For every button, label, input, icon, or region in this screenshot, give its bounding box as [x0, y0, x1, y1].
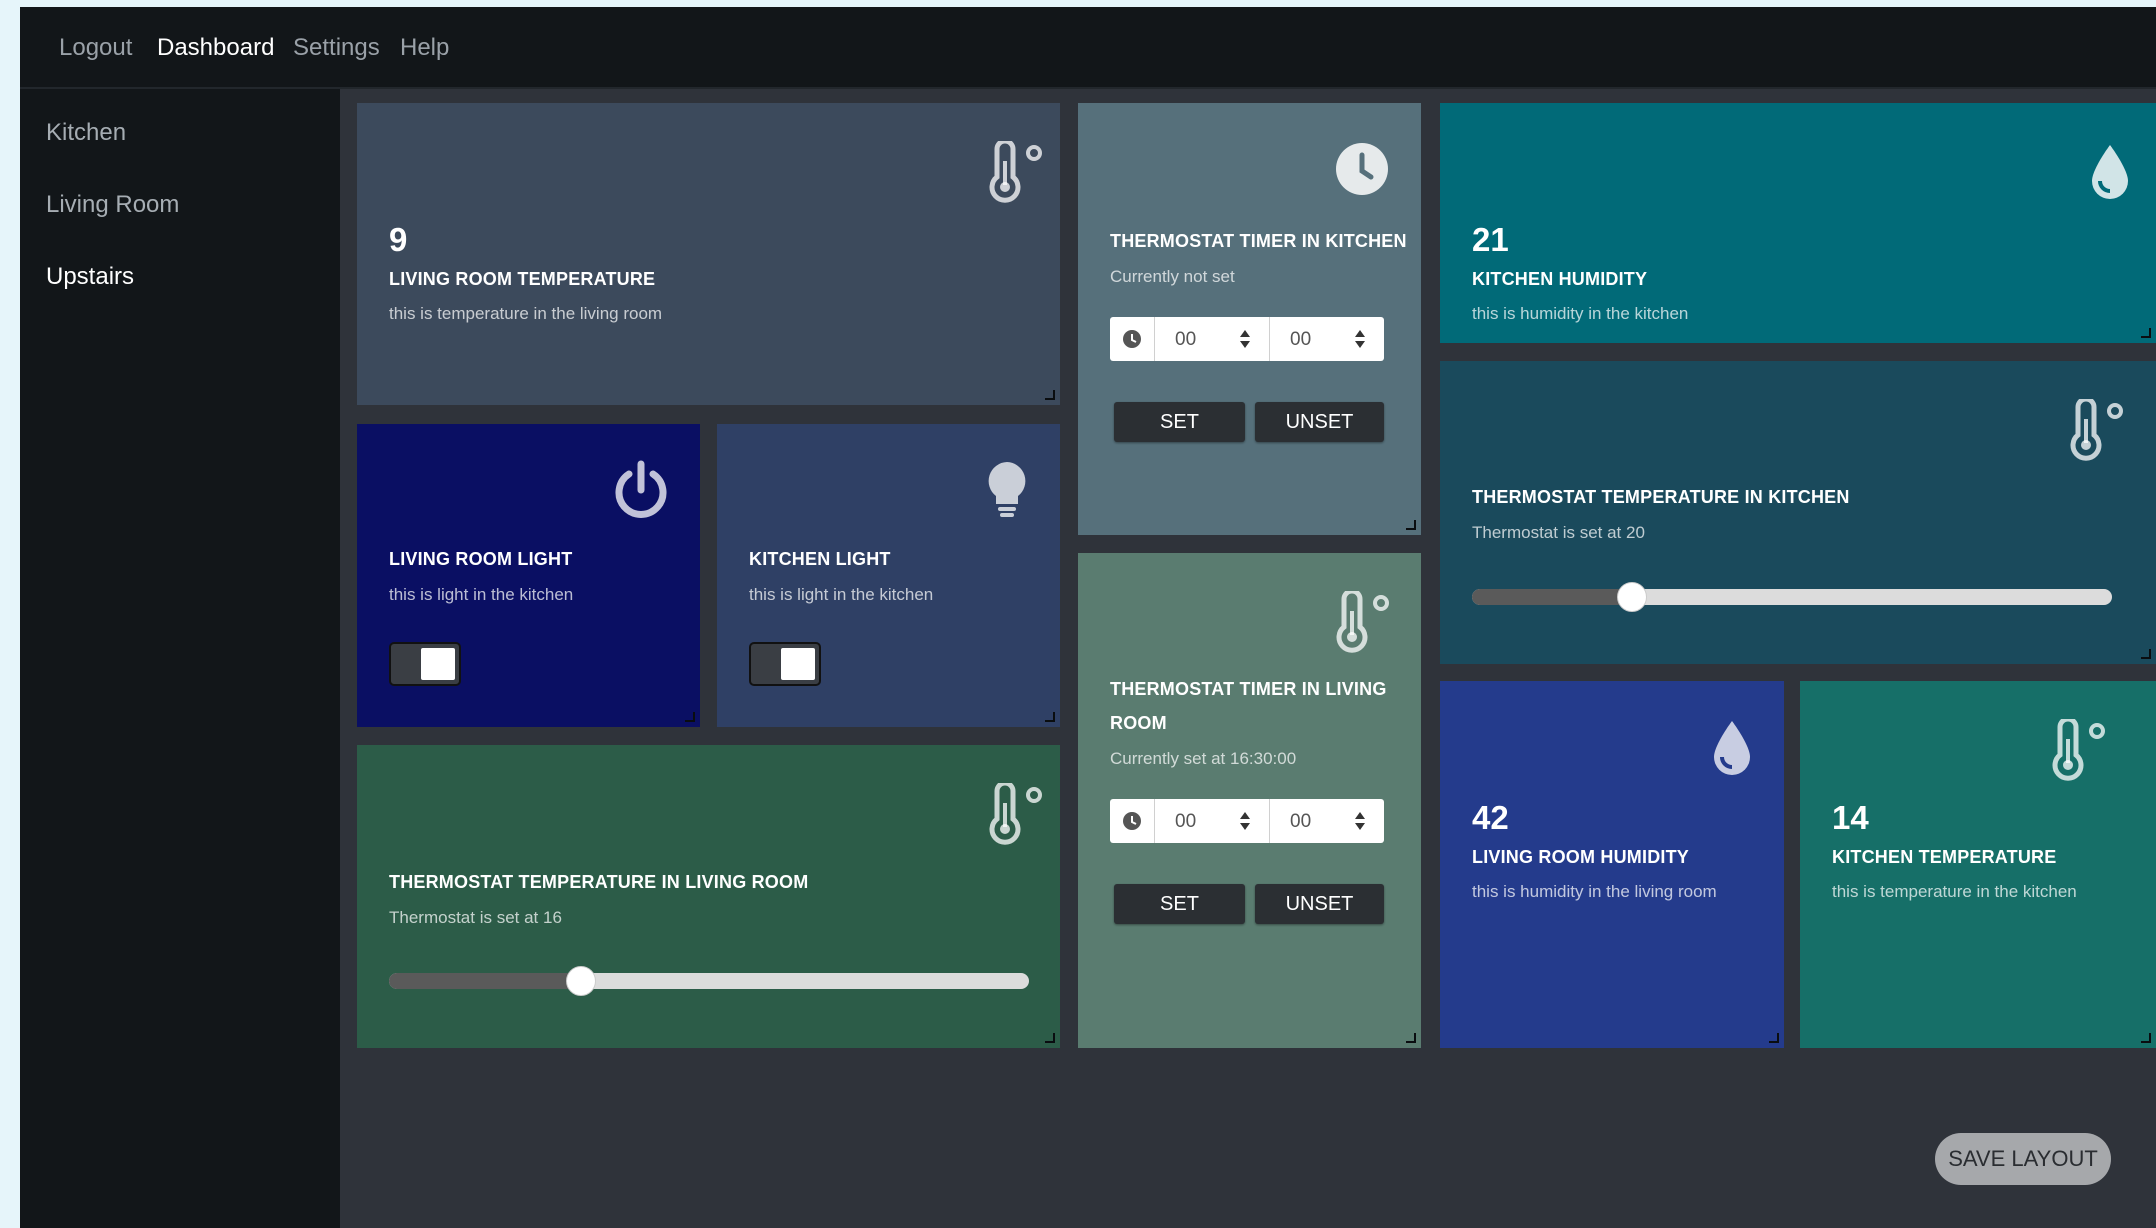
- app-window: Logout Dashboard Settings Help Kitchen L…: [20, 7, 2156, 1228]
- resize-handle[interactable]: [2141, 649, 2151, 659]
- kitchen-light-toggle[interactable]: [749, 642, 821, 686]
- living-room-humidity-desc: this is humidity in the living room: [1472, 882, 1717, 901]
- kitchen-temperature-value: 14: [1832, 799, 1869, 836]
- living-room-humidity-card: 42 LIVING ROOM HUMIDITY this is humidity…: [1440, 681, 1784, 1048]
- sidebar: Kitchen Living Room Upstairs: [20, 89, 340, 1228]
- nav-dashboard[interactable]: Dashboard: [157, 34, 274, 62]
- thermostat-timer-kitchen-title: THERMOSTAT TIMER IN KITCHEN: [1110, 231, 1407, 251]
- spinner-arrows-icon: [1240, 330, 1250, 348]
- save-layout-button[interactable]: SAVE LAYOUT: [1935, 1133, 2111, 1185]
- thermometer-icon: [989, 141, 1042, 203]
- slider-thumb[interactable]: [566, 966, 596, 996]
- thermometer-icon: [2052, 719, 2105, 781]
- resize-handle[interactable]: [1406, 1033, 1416, 1043]
- living-room-light-title: LIVING ROOM LIGHT: [389, 549, 573, 569]
- resize-handle[interactable]: [685, 712, 695, 722]
- living-room-timer-input: 00 00: [1110, 799, 1384, 843]
- kitchen-temperature-card: 14 KITCHEN TEMPERATURE this is temperatu…: [1800, 681, 2156, 1048]
- thermostat-temperature-kitchen-card: THERMOSTAT TEMPERATURE IN KITCHEN Thermo…: [1440, 361, 2156, 664]
- thermostat-timer-living-room-card: THERMOSTAT TIMER IN LIVING ROOM Currentl…: [1078, 553, 1421, 1048]
- living-room-humidity-title: LIVING ROOM HUMIDITY: [1472, 847, 1689, 867]
- top-navbar: Logout Dashboard Settings Help: [20, 7, 2156, 89]
- living-room-humidity-value: 42: [1472, 799, 1509, 836]
- sidebar-item-kitchen[interactable]: Kitchen: [46, 119, 126, 147]
- droplet-icon: [2092, 145, 2128, 199]
- kitchen-timer-input: 00 00: [1110, 317, 1384, 361]
- thermostat-timer-kitchen-card: THERMOSTAT TIMER IN KITCHEN Currently no…: [1078, 103, 1421, 535]
- kitchen-timer-hours[interactable]: 00: [1155, 317, 1270, 361]
- nav-help[interactable]: Help: [400, 34, 449, 62]
- living-room-temperature-card: 9 LIVING ROOM TEMPERATURE this is temper…: [357, 103, 1060, 405]
- thermostat-timer-kitchen-desc: Currently not set: [1110, 267, 1235, 286]
- kitchen-temperature-desc: this is temperature in the kitchen: [1832, 882, 2077, 901]
- thermostat-living-room-slider[interactable]: [389, 966, 1029, 996]
- kitchen-humidity-value: 21: [1472, 221, 1509, 258]
- lightbulb-icon: [988, 462, 1026, 517]
- thermostat-temperature-kitchen-title: THERMOSTAT TEMPERATURE IN KITCHEN: [1472, 487, 1850, 507]
- spinner-arrows-icon: [1355, 330, 1365, 348]
- kitchen-humidity-card: 21 KITCHEN HUMIDITY this is humidity in …: [1440, 103, 2156, 343]
- clock-icon: [1336, 143, 1388, 195]
- spinner-arrows-icon: [1355, 812, 1365, 830]
- droplet-icon: [1714, 721, 1750, 775]
- living-room-light-desc: this is light in the kitchen: [389, 585, 574, 604]
- nav-logout[interactable]: Logout: [59, 34, 132, 62]
- thermostat-temperature-living-room-desc: Thermostat is set at 16: [389, 908, 562, 927]
- kitchen-timer-set-button[interactable]: SET: [1114, 402, 1245, 442]
- clock-icon: [1110, 317, 1155, 361]
- thermostat-timer-living-room-title-line2: ROOM: [1110, 713, 1167, 733]
- resize-handle[interactable]: [1045, 390, 1055, 400]
- living-room-temperature-value: 9: [389, 221, 408, 258]
- resize-handle[interactable]: [1769, 1033, 1779, 1043]
- nav-settings[interactable]: Settings: [293, 34, 380, 62]
- thermostat-temperature-kitchen-desc: Thermostat is set at 20: [1472, 523, 1645, 542]
- kitchen-timer-unset-button[interactable]: UNSET: [1255, 402, 1384, 442]
- resize-handle[interactable]: [2141, 1033, 2151, 1043]
- thermometer-icon: [989, 783, 1042, 845]
- thermostat-temperature-living-room-card: THERMOSTAT TEMPERATURE IN LIVING ROOM Th…: [357, 745, 1060, 1048]
- kitchen-humidity-desc: this is humidity in the kitchen: [1472, 304, 1689, 323]
- kitchen-temperature-title: KITCHEN TEMPERATURE: [1832, 847, 2057, 867]
- resize-handle[interactable]: [2141, 328, 2151, 338]
- sidebar-item-living-room[interactable]: Living Room: [46, 191, 179, 219]
- kitchen-light-title: KITCHEN LIGHT: [749, 549, 891, 569]
- living-room-timer-set-button[interactable]: SET: [1114, 884, 1245, 924]
- living-room-timer-unset-button[interactable]: UNSET: [1255, 884, 1384, 924]
- slider-thumb[interactable]: [1617, 582, 1647, 612]
- kitchen-light-card: KITCHEN LIGHT this is light in the kitch…: [717, 424, 1060, 727]
- living-room-temperature-title: LIVING ROOM TEMPERATURE: [389, 269, 656, 289]
- kitchen-light-desc: this is light in the kitchen: [749, 585, 934, 604]
- living-room-timer-hours[interactable]: 00: [1155, 799, 1270, 843]
- living-room-light-card: LIVING ROOM LIGHT this is light in the k…: [357, 424, 700, 727]
- thermometer-icon: [1336, 591, 1389, 653]
- living-room-temperature-desc: this is temperature in the living room: [389, 304, 663, 323]
- power-icon: [615, 460, 667, 518]
- thermostat-temperature-living-room-title: THERMOSTAT TEMPERATURE IN LIVING ROOM: [389, 872, 809, 892]
- kitchen-timer-minutes[interactable]: 00: [1270, 317, 1384, 361]
- thermostat-kitchen-slider[interactable]: [1472, 582, 2112, 612]
- thermostat-timer-living-room-title: THERMOSTAT TIMER IN LIVING: [1110, 679, 1387, 699]
- thermostat-timer-living-room-desc: Currently set at 16:30:00: [1110, 749, 1297, 768]
- kitchen-humidity-title: KITCHEN HUMIDITY: [1472, 269, 1648, 289]
- resize-handle[interactable]: [1406, 520, 1416, 530]
- thermometer-icon: [2070, 399, 2123, 461]
- resize-handle[interactable]: [1045, 712, 1055, 722]
- sidebar-item-upstairs[interactable]: Upstairs: [46, 263, 134, 291]
- resize-handle[interactable]: [1045, 1033, 1055, 1043]
- clock-icon: [1110, 799, 1155, 843]
- spinner-arrows-icon: [1240, 812, 1250, 830]
- living-room-timer-minutes[interactable]: 00: [1270, 799, 1384, 843]
- living-room-light-toggle[interactable]: [389, 642, 461, 686]
